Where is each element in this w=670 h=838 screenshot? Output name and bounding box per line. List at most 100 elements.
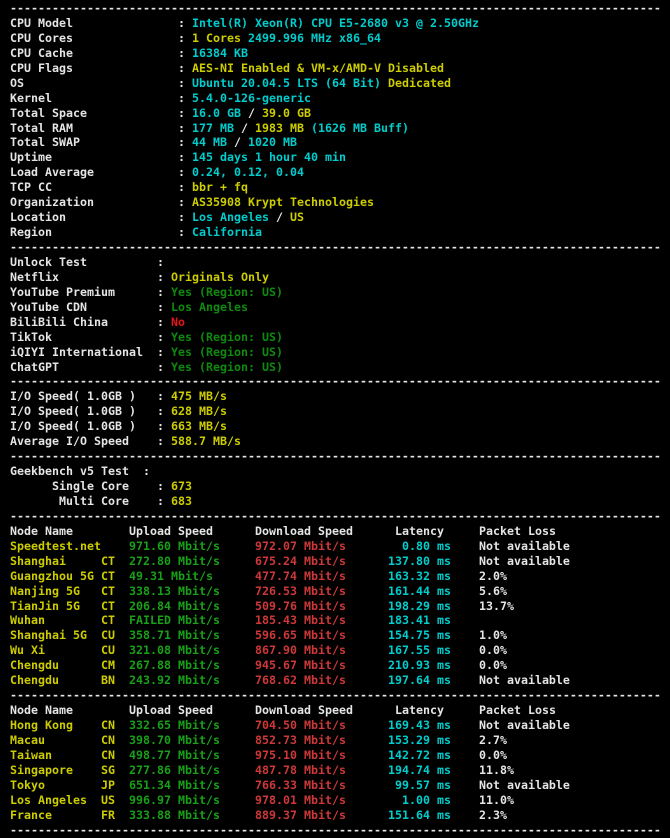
col-header-latency: Latency (353, 703, 444, 717)
node-region-code: CT (80, 599, 115, 613)
node-region-code: US (87, 793, 115, 807)
download-speed: 487.78 Mbit/s (220, 763, 346, 777)
field-colon: : (73, 16, 192, 30)
field-label: CPU Flags (10, 61, 73, 75)
field-value: 1 Cores (192, 31, 248, 45)
separator-line: ----------------------------------------… (10, 823, 670, 838)
upload-speed: FAILED Mbit/s (115, 613, 220, 627)
download-speed: 726.53 Mbit/s (220, 584, 346, 598)
info-line: TikTok : Yes (Region: US) (10, 330, 670, 345)
field-value: US (290, 210, 304, 224)
col-header-latency: Latency (353, 524, 444, 538)
field-colon: : (24, 76, 192, 90)
download-speed: 852.73 Mbit/s (220, 733, 346, 747)
info-line: Region : California (10, 225, 670, 240)
col-header-packet-loss: Packet Loss (444, 524, 556, 538)
node-region-code: CN (52, 748, 115, 762)
field-value: No (171, 315, 185, 329)
field-value: 16.0 GB (192, 106, 248, 120)
separator-dashes: ----------------------------------------… (10, 509, 661, 523)
upload-speed: 206.84 Mbit/s (115, 599, 220, 613)
upload-speed: 277.86 Mbit/s (115, 763, 220, 777)
info-line: Kernel : 5.4.0-126-generic (10, 91, 670, 106)
download-speed: 972.07 Mbit/s (220, 539, 346, 553)
field-value: 44 MB (192, 135, 234, 149)
col-header-packet-loss: Packet Loss (444, 703, 556, 717)
info-line: OS : Ubuntu 20.04.5 LTS (64 Bit) Dedicat… (10, 76, 670, 91)
node-name: Wuhan (10, 613, 45, 627)
field-label: Kernel (10, 91, 52, 105)
packet-loss: 13.7% (451, 599, 514, 613)
upload-speed: 49.31 Mbit/s (115, 569, 213, 583)
terminal-output[interactable]: ----------------------------------------… (0, 0, 670, 838)
field-value: Yes (Region: US) (171, 360, 283, 374)
latency: 167.55 ms (346, 643, 451, 657)
field-value: Dedicated (388, 76, 451, 90)
table-row: Wu Xi CU 321.08 Mbit/s 867.90 Mbit/s 167… (10, 643, 670, 658)
download-speed: 867.90 Mbit/s (220, 643, 346, 657)
latency: 99.57 ms (346, 778, 451, 792)
field-label: YouTube Premium (10, 285, 115, 299)
field-value: 588.7 MB/s (171, 434, 241, 448)
field-label: Location (10, 210, 66, 224)
packet-loss: Not available (451, 554, 570, 568)
separator-line: ----------------------------------------… (10, 509, 670, 524)
field-value: AS35908 Krypt Technologies (192, 195, 374, 209)
field-value: (1626 MB Buff) (311, 121, 409, 135)
field-colon: : (94, 165, 192, 179)
field-colon: : (59, 360, 171, 374)
table-row: Macau CN 398.70 Mbit/s 852.73 Mbit/s 153… (10, 733, 670, 748)
info-line: YouTube Premium : Yes (Region: US) (10, 285, 670, 300)
field-colon: : (136, 404, 171, 418)
field-label: Unlock Test (10, 255, 87, 269)
field-colon: : (73, 121, 192, 135)
field-colon: : (52, 225, 192, 239)
upload-speed: 333.88 Mbit/s (115, 808, 220, 822)
field-label: TCP CC (10, 180, 52, 194)
download-speed: 978.01 Mbit/s (220, 793, 346, 807)
info-line: CPU Flags : AES-NI Enabled & VM-x/AMD-V … (10, 61, 670, 76)
field-value: 475 MB/s (171, 389, 227, 403)
field-label: Load Average (10, 165, 94, 179)
field-colon: : (94, 195, 192, 209)
field-label: Average I/O Speed (10, 434, 129, 448)
field-value: 1020 MB (248, 135, 297, 149)
packet-loss: 0.0% (451, 643, 507, 657)
separator-line: ----------------------------------------… (10, 374, 670, 389)
field-colon: : (80, 135, 192, 149)
field-colon: : (73, 61, 192, 75)
col-header-upload-speed: Upload Speed (73, 703, 213, 717)
field-label: ChatGPT (10, 360, 59, 374)
download-speed: 768.62 Mbit/s (220, 673, 346, 687)
field-value: California (192, 225, 262, 239)
latency: 169.43 ms (346, 718, 451, 732)
upload-speed: 321.08 Mbit/s (115, 643, 220, 657)
field-label: Single Core (10, 479, 129, 493)
node-region-code: CN (73, 718, 115, 732)
node-name: Guangzhou 5G (10, 569, 94, 583)
info-line: Organization : AS35908 Krypt Technologie… (10, 195, 670, 210)
node-region-code: CT (94, 569, 115, 583)
latency: 0.80 ms (346, 539, 451, 553)
packet-loss: 0.0% (451, 658, 507, 672)
field-label: Multi Core (10, 494, 129, 508)
field-label: Geekbench v5 Test (10, 464, 129, 478)
field-value: 1983 MB (255, 121, 311, 135)
field-colon: : (136, 419, 171, 433)
field-label: Total Space (10, 106, 87, 120)
field-value: / (234, 135, 248, 149)
info-line: CPU Model : Intel(R) Xeon(R) CPU E5-2680… (10, 16, 670, 31)
download-speed: 766.33 Mbit/s (220, 778, 346, 792)
node-name: Shanghai 5G (10, 628, 87, 642)
node-region-code: CT (45, 613, 115, 627)
download-speed: 889.37 Mbit/s (220, 808, 346, 822)
field-value: Los Angeles (192, 210, 276, 224)
col-header-download-speed: Download Speed (213, 524, 353, 538)
field-colon: : (87, 106, 192, 120)
col-header-upload-speed: Upload Speed (73, 524, 213, 538)
table-row: France FR 333.88 Mbit/s 889.37 Mbit/s 15… (10, 808, 670, 823)
field-label: iQIYI International (10, 345, 143, 359)
field-label: CPU Cache (10, 46, 73, 60)
field-value: Yes (Region: US) (171, 330, 283, 344)
col-header-node-name: Node Name (10, 703, 73, 717)
